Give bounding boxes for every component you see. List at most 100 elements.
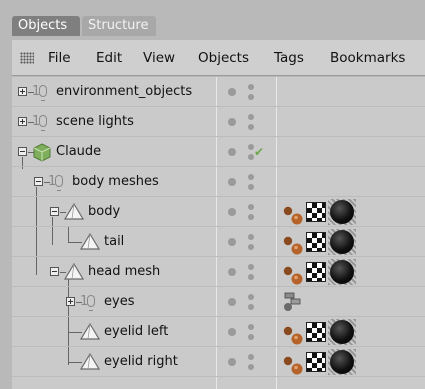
render-visibility-dot[interactable] [248,184,254,190]
object-name-cell[interactable]: 1 scene lights [12,107,216,137]
tree-row[interactable]: 1 environment_objects [12,77,425,107]
object-name[interactable]: scene lights [56,113,134,131]
visibility-toggles[interactable] [226,173,262,191]
polygon-object-icon[interactable] [80,323,100,341]
editor-visibility-dot[interactable] [248,204,254,210]
collapse-icon[interactable] [34,177,43,186]
material-tag-icon[interactable] [330,200,354,224]
menu-bookmarks[interactable]: Bookmarks [330,49,405,67]
phong-tag-icon[interactable] [282,355,304,375]
tree-row[interactable]: head mesh [12,257,425,287]
tree-row[interactable]: 1 body meshes [12,167,425,197]
visibility-toggles[interactable] [226,203,262,221]
editor-visibility-dot[interactable] [248,324,254,330]
object-name[interactable]: body meshes [72,173,159,191]
object-name-cell[interactable]: eyelid left [12,317,216,347]
tree-row[interactable]: eyelid left [12,317,425,347]
polygon-object-icon[interactable] [64,263,84,281]
visibility-toggles[interactable] [226,233,262,251]
checkmark-icon[interactable]: ✔ [254,145,264,159]
enable-dot[interactable] [228,328,236,336]
enable-dot[interactable] [228,238,236,246]
tree-row[interactable]: Claude ✔ [12,137,425,167]
enable-dot[interactable] [228,268,236,276]
object-name-cell[interactable]: head mesh [12,257,216,287]
tree-row[interactable]: eyelid right [12,347,425,377]
enable-dot[interactable] [228,118,236,126]
visibility-toggles[interactable] [226,353,262,371]
visibility-toggles[interactable]: ✔ [226,143,264,161]
tree-row[interactable]: 1 eyes [12,287,425,317]
visibility-toggles[interactable] [226,293,262,311]
visibility-toggles[interactable] [226,113,262,131]
tab-structure[interactable]: Structure [82,16,156,36]
enable-dot[interactable] [228,88,236,96]
object-name[interactable]: tail [104,233,124,251]
object-name-cell[interactable]: body [12,197,216,227]
object-name-cell[interactable]: Claude [12,137,216,167]
render-visibility-dot[interactable] [248,364,254,370]
menu-file[interactable]: File [48,49,71,67]
texture-tag-icon[interactable] [306,352,326,372]
material-tag-icon[interactable] [330,320,354,344]
object-name[interactable]: eyelid left [104,323,168,341]
visibility-toggles[interactable] [226,323,262,341]
enable-dot[interactable] [228,208,236,216]
object-name-cell[interactable]: eyelid right [12,347,216,377]
collapse-icon[interactable] [50,267,59,276]
enable-dot[interactable] [228,148,236,156]
object-name[interactable]: head mesh [88,263,160,281]
render-visibility-dot[interactable] [248,274,254,280]
object-name[interactable]: eyelid right [104,353,178,371]
collapse-icon[interactable] [50,207,59,216]
object-name[interactable]: eyes [104,293,134,311]
visibility-toggles[interactable] [226,263,262,281]
render-visibility-dot[interactable] [248,244,254,250]
render-visibility-dot[interactable] [248,304,254,310]
polygon-object-icon[interactable] [80,353,100,371]
menu-tags[interactable]: Tags [274,49,304,67]
tree-row[interactable]: body [12,197,425,227]
tree-row[interactable]: 1 scene lights [12,107,425,137]
render-visibility-dot[interactable] [248,214,254,220]
phong-tag-icon[interactable] [282,325,304,345]
visibility-toggles[interactable] [226,83,262,101]
expand-icon[interactable] [18,117,27,126]
material-tag-icon[interactable] [330,350,354,374]
phong-tag-icon[interactable] [282,235,304,255]
editor-visibility-dot[interactable] [248,264,254,270]
editor-visibility-dot[interactable] [248,174,254,180]
object-name-cell[interactable]: 1 environment_objects [12,77,216,107]
tab-objects[interactable]: Objects [12,16,80,36]
menu-view[interactable]: View [143,49,175,67]
material-tag-icon[interactable] [330,230,354,254]
collapse-icon[interactable] [18,147,27,156]
editor-visibility-dot[interactable] [248,114,254,120]
expand-icon[interactable] [66,297,75,306]
texture-tag-icon[interactable] [306,262,326,282]
texture-tag-icon[interactable] [306,232,326,252]
menu-objects[interactable]: Objects [198,49,249,67]
object-name[interactable]: body [88,203,120,221]
object-name-cell[interactable]: 1 eyes [12,287,216,317]
texture-tag-icon[interactable] [306,202,326,222]
enable-dot[interactable] [228,298,236,306]
editor-visibility-dot[interactable] [248,294,254,300]
texture-tag-icon[interactable] [306,322,326,342]
editor-visibility-dot[interactable] [248,354,254,360]
render-visibility-dot[interactable] [248,124,254,130]
polygon-object-icon[interactable] [64,203,84,221]
editor-visibility-dot[interactable] [248,84,254,90]
phong-tag-icon[interactable] [282,205,304,225]
cube-object-icon[interactable] [32,142,52,162]
polygon-object-icon[interactable] [80,233,100,251]
editor-visibility-dot[interactable] [248,234,254,240]
expand-icon[interactable] [18,87,27,96]
enable-dot[interactable] [228,358,236,366]
object-name-cell[interactable]: 1 body meshes [12,167,216,197]
menu-edit[interactable]: Edit [96,49,122,67]
render-visibility-dot[interactable] [248,334,254,340]
grip-icon[interactable] [20,52,34,64]
phong-tag-icon[interactable] [282,265,304,285]
render-visibility-dot[interactable] [248,94,254,100]
